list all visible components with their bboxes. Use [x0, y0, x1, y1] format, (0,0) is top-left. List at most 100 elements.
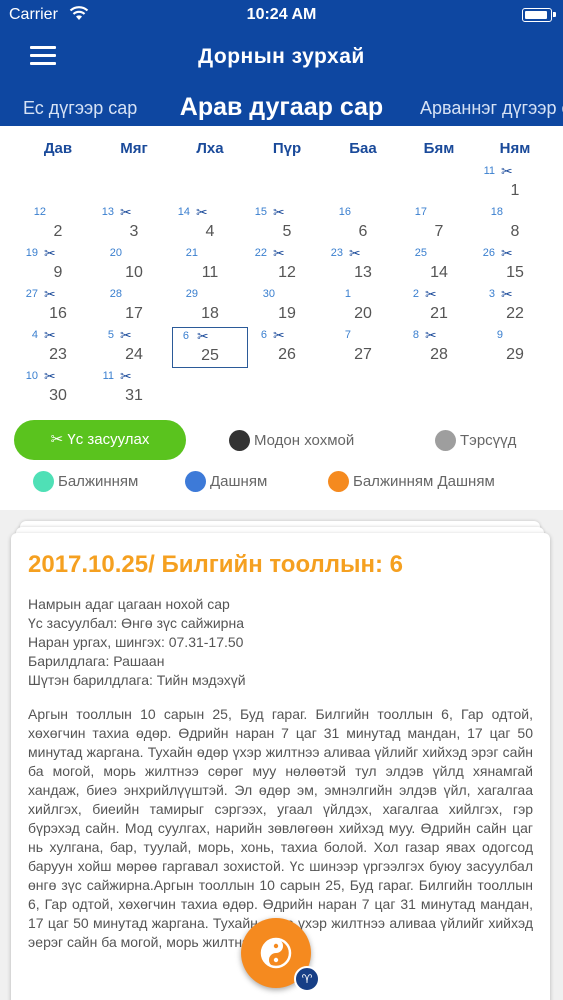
day-number: 26 — [278, 346, 296, 363]
legend-dot-dark — [229, 430, 250, 451]
weekday-label: Дав — [43, 140, 73, 157]
day-cell[interactable]: 4 ✂ 23 — [20, 327, 96, 368]
legend-dot-teal — [33, 471, 54, 492]
lunar-day-number: 27 — [25, 288, 38, 300]
lunar-day-number: 17 — [414, 206, 427, 218]
day-cell[interactable]: 6 ✂ 26 — [249, 327, 325, 368]
day-number: 27 — [354, 346, 372, 363]
lunar-day-number: 10 — [25, 370, 38, 382]
legend-label: Модон хохмой — [254, 432, 355, 449]
day-cell[interactable]: 22 ✂ 12 — [249, 245, 325, 286]
lunar-day-number: 26 — [482, 247, 495, 259]
day-cell[interactable]: 14 ✂ 4 — [172, 204, 248, 245]
weekday-label: Пүр — [272, 140, 302, 157]
day-cell[interactable]: 2 ✂ 21 — [401, 286, 477, 327]
lunar-day-number: 9 — [496, 329, 503, 341]
day-cell[interactable]: 18 8 — [477, 204, 553, 245]
scissors-icon: ✂ — [44, 368, 56, 384]
day-cell[interactable]: 30 19 — [249, 286, 325, 327]
detail-info: Намрын адаг цагаан нохой сар Үс засуулба… — [28, 595, 246, 690]
day-number: 19 — [278, 305, 296, 322]
lunar-day-number: 8 — [412, 329, 419, 341]
day-cell[interactable]: 16 6 — [325, 204, 401, 245]
day-cell[interactable]: 11 ✂ 31 — [96, 368, 172, 409]
day-cell[interactable]: 3 ✂ 22 — [477, 286, 553, 327]
lunar-day-number: 11 — [483, 165, 495, 177]
haircut-button[interactable]: ✂ Үс засуулах — [14, 420, 186, 460]
scissors-icon: ✂ — [273, 204, 285, 220]
day-number: 10 — [125, 264, 143, 281]
day-cell[interactable]: 13 ✂ 3 — [96, 204, 172, 245]
day-cell[interactable]: 5 ✂ 24 — [96, 327, 172, 368]
selected-day-cell[interactable]: 6 ✂ 25 — [172, 327, 248, 368]
next-month-tab[interactable]: Арваннэг дүгээр сар — [420, 98, 563, 119]
battery-icon — [522, 8, 556, 22]
info-line: Наран ургах, шингэх: 07.31-17.50 — [28, 634, 244, 650]
day-cell[interactable]: 19 ✂ 9 — [20, 245, 96, 286]
day-cell[interactable]: 27 ✂ 16 — [20, 286, 96, 327]
day-cell[interactable]: 28 17 — [96, 286, 172, 327]
scissors-icon: ✂ — [425, 327, 437, 343]
day-cell[interactable]: 23 ✂ 13 — [325, 245, 401, 286]
info-line: Намрын адаг цагаан нохой сар — [28, 596, 230, 612]
day-cell[interactable]: 1 20 — [325, 286, 401, 327]
day-number: 13 — [354, 264, 372, 281]
scissors-icon: ✂ — [425, 286, 437, 302]
scissors-icon: ✂ — [44, 245, 56, 261]
scissors-icon: ✂ — [120, 327, 132, 343]
day-cell[interactable]: 11 ✂ 1 — [477, 163, 553, 204]
day-number: 22 — [506, 305, 524, 322]
day-cell[interactable]: 21 11 — [172, 245, 248, 286]
day-number: 8 — [510, 223, 520, 240]
day-cell[interactable]: 20 10 — [96, 245, 172, 286]
day-number: 6 — [358, 223, 368, 240]
zodiac-badge[interactable]: ♈ — [294, 966, 320, 992]
legend-label: Балжинням Дашням — [353, 473, 495, 490]
scissors-icon: ✂ — [120, 368, 132, 384]
info-line: Үс засуулбал: Өнгө зүс сайжирна — [28, 615, 244, 631]
legend-label: Дашням — [210, 473, 268, 490]
day-number: 23 — [49, 346, 67, 363]
day-cell[interactable]: 15 ✂ 5 — [249, 204, 325, 245]
day-cell[interactable]: 26 ✂ 15 — [477, 245, 553, 286]
month-selector: Ес дүгээр сар Арав дугаар сар Арваннэг д… — [0, 88, 563, 126]
lunar-day-number: 18 — [490, 206, 503, 218]
day-cell[interactable]: 12 2 — [20, 204, 96, 245]
day-number: 1 — [510, 182, 520, 199]
info-line: Шүтэн барилдлага: Тийн мэдэхүй — [28, 672, 246, 688]
day-number: 2 — [53, 223, 63, 240]
lunar-day-number: 19 — [25, 247, 38, 259]
weekday-label: Баа — [349, 140, 377, 157]
day-cell[interactable]: 17 7 — [401, 204, 477, 245]
day-number: 5 — [282, 223, 292, 240]
scissors-icon: ✂ — [120, 204, 132, 220]
day-number: 21 — [430, 305, 448, 322]
day-number: 16 — [49, 305, 67, 322]
day-number: 14 — [430, 264, 448, 281]
lunar-day-number: 11 — [102, 370, 114, 382]
lunar-day-number: 6 — [260, 329, 267, 341]
day-number: 4 — [205, 223, 215, 240]
day-cell[interactable]: 10 ✂ 30 — [20, 368, 96, 409]
lunar-day-number: 15 — [254, 206, 267, 218]
day-number: 29 — [506, 346, 524, 363]
day-cell[interactable]: 29 18 — [172, 286, 248, 327]
day-cell[interactable]: 25 14 — [401, 245, 477, 286]
day-number: 25 — [201, 347, 219, 364]
day-number: 30 — [49, 387, 67, 404]
day-number: 12 — [278, 264, 296, 281]
scissors-icon: ✂ — [50, 431, 64, 448]
legend-dot-blue — [185, 471, 206, 492]
day-cell[interactable]: 9 29 — [477, 327, 553, 368]
yin-yang-icon — [260, 937, 292, 969]
day-number: 24 — [125, 346, 143, 363]
day-number: 31 — [125, 387, 143, 404]
day-cell[interactable]: 7 27 — [325, 327, 401, 368]
scissors-icon: ✂ — [501, 245, 513, 261]
lunar-day-number: 13 — [101, 206, 114, 218]
day-number: 15 — [506, 264, 524, 281]
scissors-icon: ✂ — [501, 286, 513, 302]
lunar-day-number: 21 — [185, 247, 198, 259]
day-cell[interactable]: 8 ✂ 28 — [401, 327, 477, 368]
app-header: Carrier 10:24 AM Дорнын зурхай Ес дүгээр… — [0, 0, 563, 126]
